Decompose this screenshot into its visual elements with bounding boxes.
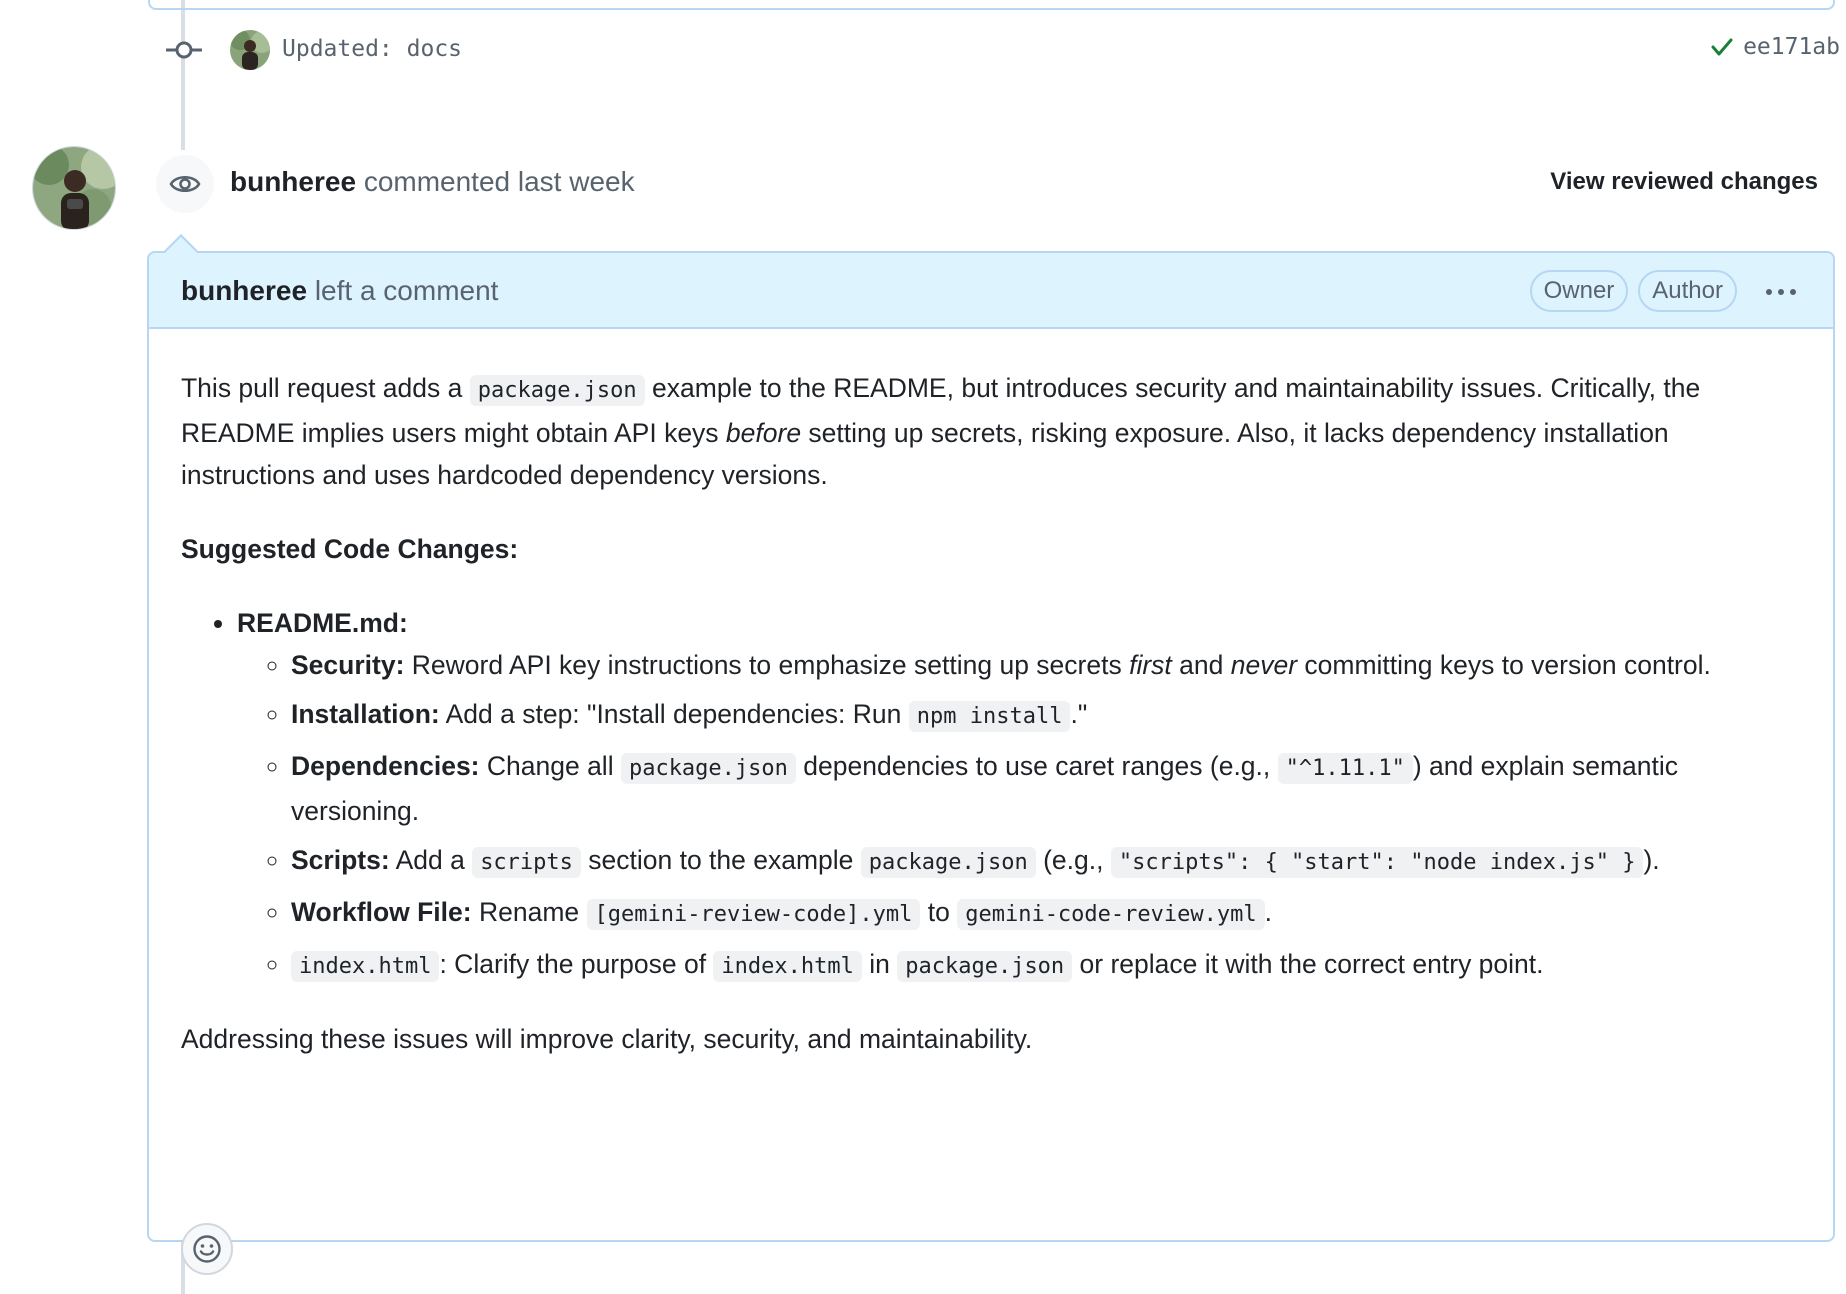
inline-code: "^1.11.1" [1277, 753, 1413, 784]
suggested-changes-heading: Suggested Code Changes: [181, 534, 519, 564]
comment-author-link[interactable]: bunheree [181, 275, 307, 306]
item-text: ). [1643, 845, 1660, 875]
review-header: bunheree commented last week [230, 166, 635, 198]
inline-code: package.json [469, 375, 645, 406]
inline-code: npm install [908, 701, 1071, 732]
list-item: README.md: Security: Reword API key inst… [237, 602, 1801, 988]
intro-paragraph: This pull request adds a package.json ex… [181, 367, 1801, 496]
list-item-security: Security: Reword API key instructions to… [291, 644, 1801, 686]
item-text: : Clarify the purpose of [439, 949, 714, 979]
item-label: Installation: [291, 699, 440, 729]
item-text: and [1171, 650, 1231, 680]
commit-message[interactable]: Updated: docs [282, 36, 462, 62]
sub-list: Security: Reword API key instructions to… [237, 644, 1801, 988]
changes-list: README.md: Security: Reword API key inst… [181, 602, 1801, 988]
check-icon[interactable] [1709, 34, 1735, 60]
item-label: Workflow File: [291, 897, 472, 927]
review-author-link[interactable]: bunheree [230, 166, 356, 197]
item-emphasis: first [1129, 650, 1172, 680]
kebab-horizontal-icon[interactable] [1765, 281, 1797, 297]
commit-sha[interactable]: ee171ab [1743, 34, 1840, 60]
item-text: dependencies to use caret ranges (e.g., [795, 751, 1278, 781]
item-label: Scripts: [291, 845, 390, 875]
item-emphasis: never [1230, 650, 1298, 680]
list-item-scripts: Scripts: Add a scripts section to the ex… [291, 839, 1801, 884]
item-text: committing keys to version control. [1297, 650, 1711, 680]
inline-code: "scripts": { "start": "node index.js" } [1110, 847, 1644, 878]
timeline-line-top [181, 0, 185, 150]
owner-label: Owner [1529, 270, 1629, 312]
inline-code: package.json [860, 847, 1036, 878]
previous-box-edge [148, 0, 1835, 10]
item-text: to [920, 897, 958, 927]
item-text: Rename [471, 897, 587, 927]
file-name: README.md: [237, 608, 408, 638]
comment-title: bunheree left a comment [181, 275, 498, 307]
commit-author-avatar[interactable] [230, 30, 270, 70]
list-item-installation: Installation: Add a step: "Install depen… [291, 693, 1801, 738]
inline-code: gemini-code-review.yml [957, 899, 1265, 930]
item-text: (e.g., [1035, 845, 1111, 875]
item-text: in [861, 949, 898, 979]
item-text: . [1264, 897, 1272, 927]
item-text: Change all [479, 751, 621, 781]
inline-code: index.html [291, 951, 440, 982]
add-reaction-button[interactable] [181, 1223, 233, 1275]
intro-emphasis: before [725, 418, 802, 448]
item-text: Reword API key instructions to emphasize… [404, 650, 1130, 680]
author-label: Author [1638, 270, 1737, 312]
inline-code: index.html [713, 951, 862, 982]
smiley-icon [193, 1235, 221, 1263]
review-action: commented last week [363, 166, 635, 197]
comment-body: This pull request adds a package.json ex… [149, 329, 1833, 1275]
closing-paragraph: Addressing these issues will improve cla… [181, 1024, 1033, 1054]
list-item-dependencies: Dependencies: Change all package.json de… [291, 745, 1801, 832]
inline-code: scripts [472, 847, 581, 878]
pr-timeline: Updated: docs ee171ab bunheree commented… [0, 0, 1846, 1294]
intro-text-1: This pull request adds a [181, 373, 470, 403]
item-text: ." [1070, 699, 1088, 729]
list-item-workflow: Workflow File: Rename [gemini-review-cod… [291, 891, 1801, 936]
inline-code: [gemini-review-code].yml [586, 899, 921, 930]
list-item-index: index.html: Clarify the purpose of index… [291, 943, 1801, 988]
item-text: or replace it with the correct entry poi… [1072, 949, 1544, 979]
commit-status: ee171ab [1709, 34, 1840, 60]
item-label: Security: [291, 650, 405, 680]
review-author-avatar[interactable] [32, 146, 116, 230]
inline-code: package.json [620, 753, 796, 784]
git-commit-icon [166, 41, 202, 59]
commit-row: Updated: docs ee171ab [160, 28, 1840, 72]
review-comment-box: bunheree left a comment Owner Author Thi… [147, 251, 1835, 1275]
role-labels: Owner Author [1529, 270, 1737, 312]
view-reviewed-changes-button[interactable]: View reviewed changes [1550, 168, 1818, 196]
item-label: Dependencies: [291, 751, 480, 781]
comment-action: left a comment [314, 275, 499, 306]
item-text: Add a step: "Install dependencies: Run [439, 699, 909, 729]
eye-icon [153, 152, 217, 216]
inline-code: package.json [897, 951, 1073, 982]
item-text: Add a [389, 845, 473, 875]
comment-header: bunheree left a comment Owner Author [149, 253, 1833, 329]
item-text: section to the example [580, 845, 861, 875]
